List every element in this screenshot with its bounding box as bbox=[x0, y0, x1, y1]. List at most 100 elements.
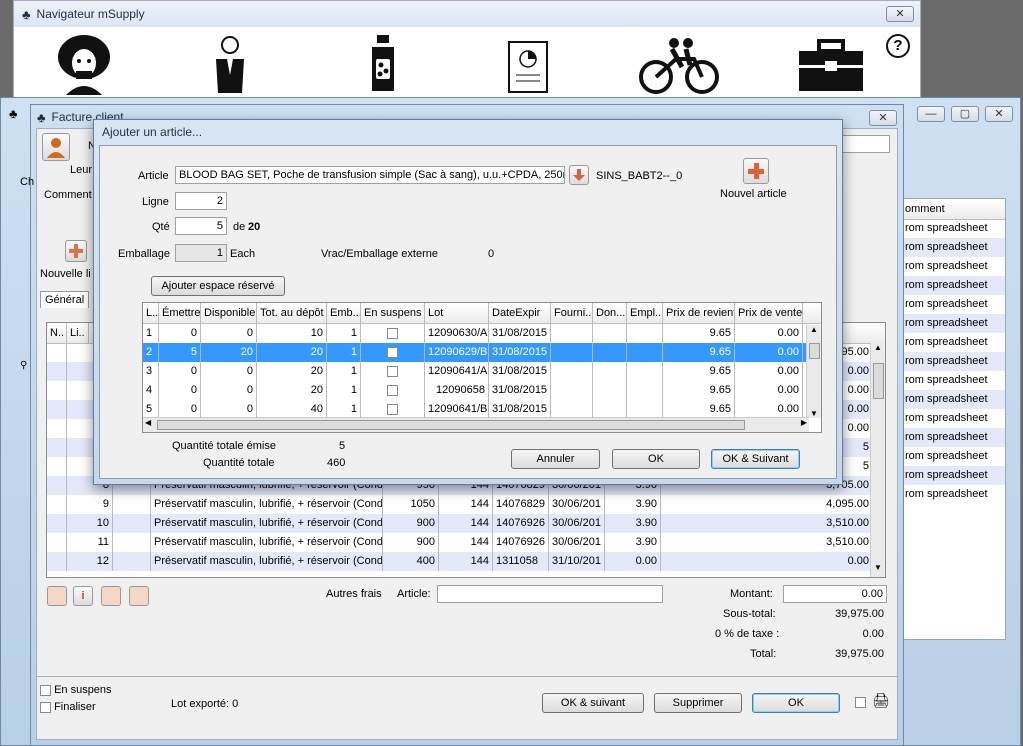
on-hold-checkbox[interactable] bbox=[361, 362, 425, 381]
comment-row[interactable]: rom spreadsheet bbox=[901, 219, 1005, 238]
batch-col-header[interactable]: Emb... bbox=[327, 303, 361, 323]
comment-row[interactable]: rom spreadsheet bbox=[901, 428, 1005, 447]
comment-row[interactable]: rom spreadsheet bbox=[901, 257, 1005, 276]
add-line-icon[interactable] bbox=[47, 586, 67, 606]
checkbox-icon[interactable] bbox=[387, 327, 398, 339]
suppliers-icon[interactable] bbox=[210, 35, 250, 95]
invoice-line-row[interactable]: 11 Préservatif masculin, lubrifié, + rése… bbox=[47, 533, 873, 552]
comment-row[interactable]: rom spreadsheet bbox=[901, 352, 1005, 371]
amount-field[interactable]: 0.00 bbox=[783, 585, 887, 603]
checkbox-icon[interactable] bbox=[40, 701, 51, 713]
article-field[interactable]: BLOOD BAG SET, Poche de transfusion simp… bbox=[175, 166, 565, 184]
info-icon[interactable]: i bbox=[73, 586, 93, 606]
qty-field[interactable]: 5 bbox=[175, 217, 227, 235]
batch-row[interactable]: 1 0 0 10 1 12090630/A 31/08/2015 9.65 0.00 bbox=[143, 324, 809, 343]
edit-line-icon[interactable] bbox=[101, 586, 121, 606]
add-reserve-button[interactable]: Ajouter espace réservé bbox=[151, 276, 285, 296]
comment-row[interactable]: rom spreadsheet bbox=[901, 409, 1005, 428]
comment-row[interactable]: rom spreadsheet bbox=[901, 485, 1005, 504]
new-line-button[interactable] bbox=[65, 240, 87, 262]
batch-col-header[interactable]: Prix de revient bbox=[663, 303, 735, 323]
finalize-checkbox[interactable]: Finaliser bbox=[40, 701, 96, 713]
comment-row[interactable]: rom spreadsheet bbox=[901, 447, 1005, 466]
invoice-close-button[interactable]: ✕ bbox=[869, 110, 897, 126]
batch-col-header[interactable]: Prix de vente bbox=[735, 303, 803, 323]
on-hold-checkbox[interactable] bbox=[361, 324, 425, 343]
batch-col-header[interactable]: Tot. au dépôt bbox=[257, 303, 327, 323]
batch-grid[interactable]: L...ÉmettreDisponibleTot. au dépôtEmb...… bbox=[142, 302, 822, 433]
other-charges-article-field[interactable] bbox=[437, 585, 663, 603]
batch-col-header[interactable]: Fourni... bbox=[551, 303, 593, 323]
scroll-down-icon[interactable]: ▼ bbox=[871, 563, 885, 577]
checkbox-icon[interactable] bbox=[40, 684, 51, 696]
line-field[interactable]: 2 bbox=[175, 192, 227, 210]
article-dropdown-button[interactable] bbox=[569, 165, 589, 185]
invoice-scrollbar[interactable]: ▲ ▼ bbox=[870, 343, 885, 577]
printer-icon[interactable]: 🖨 bbox=[872, 692, 890, 709]
scroll-down-icon[interactable]: ▼ bbox=[807, 409, 821, 418]
scroll-thumb[interactable] bbox=[809, 343, 820, 359]
comment-row[interactable]: rom spreadsheet bbox=[901, 295, 1005, 314]
invoice-line-row[interactable]: 9 Préservatif masculin, lubrifié, + réser… bbox=[47, 495, 873, 514]
search-icon[interactable]: ⚲ bbox=[20, 360, 27, 371]
dialog-ok-next-button[interactable]: OK & Suivant bbox=[711, 449, 800, 469]
comment-row[interactable]: rom spreadsheet bbox=[901, 314, 1005, 333]
export-line-icon[interactable] bbox=[129, 586, 149, 606]
batch-col-header[interactable]: En suspens bbox=[361, 303, 425, 323]
batch-row[interactable]: 2 5 20 20 1 12090629/B 31/08/2015 9.65 0.00 bbox=[143, 343, 809, 362]
ok-button[interactable]: OK bbox=[752, 693, 840, 713]
batch-col-header[interactable]: Don... bbox=[593, 303, 627, 323]
invoice-line-row[interactable]: 10 Préservatif masculin, lubrifié, + rése… bbox=[47, 514, 873, 533]
new-item-button[interactable] bbox=[743, 158, 769, 184]
batch-col-header[interactable]: Disponible bbox=[201, 303, 257, 323]
customer-icon-button[interactable] bbox=[42, 133, 70, 161]
help-icon[interactable]: ? bbox=[886, 34, 910, 58]
scroll-right-icon[interactable]: ▶ bbox=[801, 418, 807, 427]
line-code bbox=[113, 552, 151, 571]
scroll-up-icon[interactable]: ▲ bbox=[807, 325, 821, 334]
scroll-left-icon[interactable]: ◀ bbox=[145, 418, 151, 427]
scroll-up-icon[interactable]: ▲ bbox=[871, 343, 885, 357]
close-button[interactable]: ✕ bbox=[985, 106, 1013, 122]
batch-row[interactable]: 3 0 0 20 1 12090641/A 31/08/2015 9.65 0.00 bbox=[143, 362, 809, 381]
checkbox-icon[interactable] bbox=[387, 403, 398, 415]
batch-col-header[interactable]: Émettre bbox=[159, 303, 201, 323]
checkbox-icon[interactable] bbox=[387, 346, 398, 358]
batch-col-header[interactable]: DateExpir bbox=[489, 303, 551, 323]
navigator-close-button[interactable]: ✕ bbox=[886, 6, 914, 22]
comment-row[interactable]: rom spreadsheet bbox=[901, 333, 1005, 352]
delivery-icon[interactable] bbox=[638, 37, 720, 95]
batch-col-header[interactable]: Lot bbox=[425, 303, 489, 323]
delete-button[interactable]: Supprimer bbox=[654, 693, 742, 713]
minimize-button[interactable]: — bbox=[917, 106, 945, 122]
comment-row[interactable]: rom spreadsheet bbox=[901, 466, 1005, 485]
comment-row[interactable]: rom spreadsheet bbox=[901, 238, 1005, 257]
ok-next-button[interactable]: OK & suivant bbox=[542, 693, 644, 713]
checkbox-icon[interactable] bbox=[387, 365, 398, 377]
batch-col-header[interactable]: L... bbox=[143, 303, 159, 323]
comment-row[interactable]: rom spreadsheet bbox=[901, 371, 1005, 390]
scroll-thumb[interactable] bbox=[873, 363, 884, 399]
qty-of-label: de bbox=[233, 221, 246, 233]
invoice-line-row[interactable]: 12 Préservatif masculin, lubrifié, + rése… bbox=[47, 552, 873, 571]
batch-vscroll[interactable]: ▲ ▼ bbox=[806, 325, 821, 418]
maximize-button[interactable]: ▢ bbox=[951, 106, 979, 122]
batch-row[interactable]: 4 0 0 20 1 12090658 31/08/2015 9.65 0.00 bbox=[143, 381, 809, 400]
customers-icon[interactable] bbox=[54, 33, 114, 95]
reports-icon[interactable] bbox=[508, 41, 548, 93]
cancel-button[interactable]: Annuler bbox=[511, 449, 600, 469]
scroll-thumb[interactable] bbox=[157, 420, 745, 430]
comment-row[interactable]: rom spreadsheet bbox=[901, 276, 1005, 295]
batch-col-header[interactable]: Empl... bbox=[627, 303, 663, 323]
toolbox-icon[interactable] bbox=[797, 39, 865, 93]
on-hold-checkbox[interactable] bbox=[361, 343, 425, 362]
on-hold-checkbox[interactable]: En suspens bbox=[40, 684, 112, 696]
on-hold-checkbox[interactable] bbox=[361, 381, 425, 400]
tab-general[interactable]: Général bbox=[40, 291, 90, 308]
comment-row[interactable]: rom spreadsheet bbox=[901, 390, 1005, 409]
checkbox-icon[interactable] bbox=[387, 384, 398, 396]
batch-hscroll[interactable]: ◀ ▶ bbox=[143, 417, 809, 432]
print-checkbox[interactable] bbox=[855, 697, 866, 708]
items-icon[interactable] bbox=[368, 35, 398, 93]
dialog-ok-button[interactable]: OK bbox=[612, 449, 700, 469]
